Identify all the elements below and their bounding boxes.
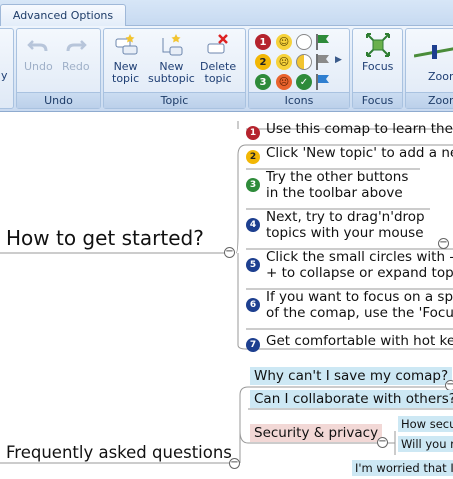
subtopic-5[interactable]: 5 Click the small circles with - + to col… bbox=[246, 249, 453, 281]
number-6-icon: 6 bbox=[246, 298, 260, 312]
focus-icon bbox=[365, 33, 390, 57]
faq-worried[interactable]: I'm worried that I' bbox=[352, 460, 453, 476]
flag-blue-icon[interactable] bbox=[315, 73, 331, 91]
tab-advanced-options[interactable]: Advanced Options bbox=[0, 4, 126, 26]
number-1-icon: 1 bbox=[246, 126, 260, 140]
subtopic-5-line-2: + to collapse or expand top bbox=[266, 265, 453, 281]
subtopic-3-line-2: in the toolbar above bbox=[266, 185, 403, 201]
focus-button[interactable]: Focus bbox=[362, 32, 393, 73]
faq-question-save[interactable]: Why can't I save my comap? bbox=[250, 367, 453, 385]
ribbon-group-undo: Undo Redo Undo bbox=[16, 28, 101, 109]
progress-done-icon[interactable]: ✓ bbox=[296, 74, 312, 90]
redo-icon bbox=[66, 40, 87, 52]
subtopic-6[interactable]: 6 If you want to focus on a sp of the com… bbox=[246, 289, 453, 321]
faq-security-sub-1[interactable]: How secu bbox=[398, 416, 453, 432]
new-topic-label-2: topic bbox=[112, 72, 140, 85]
delete-topic-label-2: topic bbox=[204, 72, 232, 85]
number-1-icon[interactable]: 1 bbox=[255, 34, 271, 50]
faq-security-privacy[interactable]: Security & privacy bbox=[250, 424, 383, 442]
mindmap-canvas[interactable]: How to get started? − 1 Use this comap to… bbox=[0, 113, 453, 479]
ribbon-group-partial: y bbox=[0, 28, 14, 109]
number-4-icon: 4 bbox=[246, 218, 260, 232]
subtopic-6-line-2: of the comap, use the 'Focu bbox=[266, 305, 453, 321]
collapse-toggle-subtopic-4[interactable]: − bbox=[438, 238, 449, 249]
focus-group-label: Focus bbox=[353, 92, 402, 108]
subtopic-5-line-1: Click the small circles with - bbox=[266, 249, 453, 265]
collapse-toggle-how-to[interactable]: − bbox=[224, 247, 235, 258]
number-2-icon: 2 bbox=[246, 150, 260, 164]
subtopic-6-line-1: If you want to focus on a sp bbox=[266, 289, 453, 305]
icons-group-label: Icons bbox=[249, 92, 349, 108]
progress-empty-icon[interactable] bbox=[296, 34, 312, 50]
faq-question-collaborate[interactable]: Can I collaborate with others? bbox=[250, 390, 453, 408]
ribbon-group-topic: New topic New subtopic Delete topic Topi… bbox=[103, 28, 246, 109]
progress-half-icon[interactable] bbox=[296, 54, 312, 70]
faq-security-sub-2[interactable]: Will you r bbox=[398, 436, 453, 452]
redo-button[interactable]: Redo bbox=[62, 32, 90, 73]
subtopic-2[interactable]: 2 Click 'New topic' to add a ne bbox=[246, 145, 453, 164]
topic-how-to-get-started[interactable]: How to get started? bbox=[6, 226, 204, 250]
new-subtopic-button[interactable]: New subtopic bbox=[148, 32, 195, 85]
subtopic-2-text: Click 'New topic' to add a ne bbox=[266, 145, 453, 161]
delete-topic-icon bbox=[207, 34, 228, 54]
subtopic-3[interactable]: 3 Try the other buttons in the toolbar ab… bbox=[246, 169, 408, 201]
focus-label: Focus bbox=[362, 60, 394, 73]
subtopic-4-line-2: topics with your mouse bbox=[266, 225, 424, 241]
redo-label: Redo bbox=[62, 60, 90, 73]
smiley-happy-icon[interactable]: ☺ bbox=[276, 34, 292, 50]
ribbon-group-icons: 1 2 3 ☺ ☹ ☹ ✓ ▶ Icons bbox=[248, 28, 350, 109]
number-7-icon: 7 bbox=[246, 338, 260, 352]
subtopic-3-line-1: Try the other buttons bbox=[266, 169, 409, 185]
undo-button[interactable]: Undo bbox=[24, 32, 53, 73]
number-5-icon: 5 bbox=[246, 258, 260, 272]
new-subtopic-label-2: subtopic bbox=[148, 72, 195, 85]
ribbon: y Undo Redo Undo New topic New subtopic … bbox=[0, 26, 453, 112]
subtopic-4[interactable]: 4 Next, try to drag'n'drop topics with yo… bbox=[246, 209, 425, 241]
subtopic-7-text: Get comfortable with hot ke bbox=[266, 333, 453, 349]
subtopic-7[interactable]: 7 Get comfortable with hot ke bbox=[246, 333, 453, 352]
subtopic-1-text: Use this comap to learn the bbox=[266, 121, 453, 137]
number-3-icon: 3 bbox=[246, 178, 260, 192]
undo-group-label: Undo bbox=[17, 92, 100, 108]
collapse-toggle-faq[interactable]: − bbox=[229, 458, 240, 469]
ribbon-group-focus: Focus Focus bbox=[352, 28, 403, 109]
ribbon-tab-bar: Advanced Options bbox=[0, 0, 453, 26]
topic-group-label: Topic bbox=[104, 92, 245, 108]
subtopic-1[interactable]: 1 Use this comap to learn the bbox=[246, 121, 453, 140]
topic-faq[interactable]: Frequently asked questions bbox=[6, 443, 232, 462]
new-subtopic-icon bbox=[162, 34, 183, 56]
zoom-slider-icon[interactable] bbox=[414, 43, 453, 61]
partial-label: y bbox=[1, 69, 8, 82]
number-3-icon[interactable]: 3 bbox=[255, 74, 271, 90]
subtopic-4-line-1: Next, try to drag'n'drop bbox=[266, 209, 425, 225]
new-topic-icon bbox=[115, 34, 138, 55]
icons-more-arrow-icon[interactable]: ▶ bbox=[335, 55, 342, 65]
smiley-neutral-icon[interactable]: ☹ bbox=[276, 54, 292, 70]
flag-green-icon[interactable] bbox=[315, 33, 331, 51]
new-topic-button[interactable]: New topic bbox=[112, 32, 139, 85]
smiley-sad-icon[interactable]: ☹ bbox=[276, 74, 292, 90]
undo-icon bbox=[27, 40, 48, 52]
zoom-label: Zoon bbox=[428, 70, 453, 83]
collapse-toggle-security[interactable]: − bbox=[377, 437, 388, 448]
number-2-icon[interactable]: 2 bbox=[255, 54, 271, 70]
delete-topic-button[interactable]: Delete topic bbox=[200, 32, 236, 85]
flag-gray-icon[interactable] bbox=[315, 53, 331, 71]
undo-label: Undo bbox=[24, 60, 53, 73]
ribbon-group-zoom: Zoon Zoon bbox=[405, 28, 453, 109]
zoom-group-label: Zoon bbox=[406, 92, 453, 108]
